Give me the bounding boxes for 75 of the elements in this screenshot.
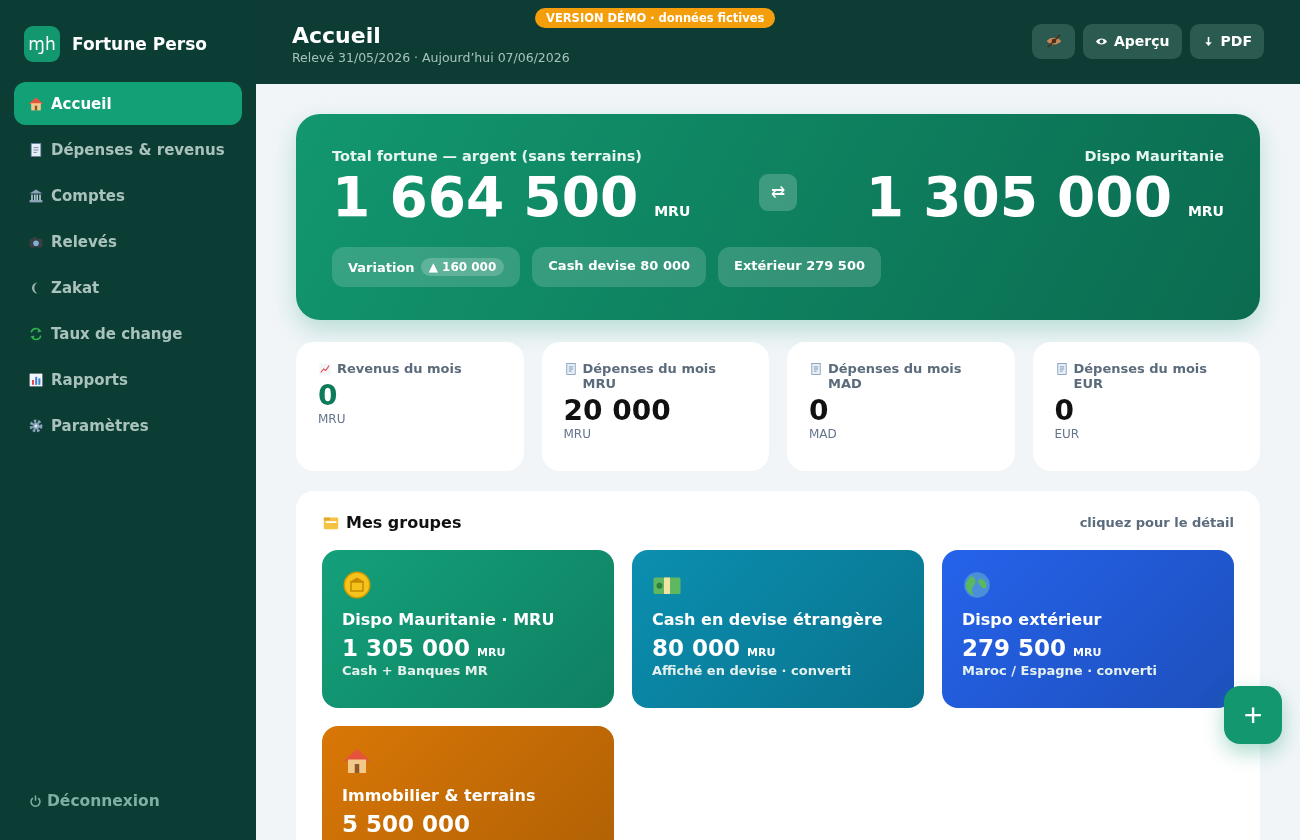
- receipt-icon: [809, 362, 823, 377]
- bar-chart-icon: [28, 371, 44, 388]
- group-card[interactable]: Dispo Mauritanie · MRU 1 305 000 MRU Cash + Banques MR: [322, 550, 614, 709]
- stat-label: Revenus du mois: [337, 362, 462, 378]
- dispo-label: Dispo Mauritanie: [1084, 148, 1224, 164]
- hide-button[interactable]: [1032, 23, 1075, 59]
- nav-item[interactable]: Zakat: [14, 266, 242, 309]
- group-note: Affiché en devise · converti: [652, 663, 853, 679]
- receipt-icon: [28, 141, 44, 158]
- stat-label: Dépenses du mois EUR: [1073, 362, 1209, 393]
- stat-label: Dépenses du mois MRU: [582, 362, 718, 393]
- group-title: Immobilier & terrains: [342, 786, 537, 806]
- dispo-amount: 1 305 000: [865, 166, 1172, 230]
- group-card[interactable]: Immobilier & terrains 5 500 000: [322, 726, 614, 840]
- group-note: Cash + Banques MR: [342, 663, 489, 679]
- stat-unit: MRU: [318, 412, 347, 427]
- logout-link[interactable]: Déconnexion: [14, 792, 242, 810]
- eye-slash-icon: [1044, 32, 1063, 50]
- currency-unit: MRU: [747, 646, 776, 660]
- demo-badge: VERSION DÉMO · données fictives: [535, 8, 776, 28]
- total-label: Total fortune — argent (sans terrains): [332, 148, 643, 164]
- variation-badge: ▲ 160 000: [420, 258, 505, 277]
- group-amount: 1 305 000: [342, 635, 471, 662]
- currency-unit: MRU: [477, 646, 506, 660]
- stat-label: Dépenses du mois MAD: [828, 362, 963, 393]
- stat-unit: MAD: [809, 427, 838, 442]
- group-card[interactable]: Dispo extérieur 279 500 MRU Maroc / Espagne · converti: [942, 550, 1234, 709]
- nav-item[interactable]: Paramètres: [14, 404, 242, 447]
- group-title: Dispo extérieur: [962, 610, 1103, 630]
- chip-label: Variation: [348, 259, 415, 275]
- nav-item[interactable]: Relevés: [14, 220, 242, 263]
- group-amount: 279 500: [962, 635, 1067, 662]
- page-title: Accueil: [292, 23, 382, 48]
- app-logo: ɱh: [24, 26, 60, 62]
- add-button[interactable]: +: [1224, 686, 1282, 744]
- group-card[interactable]: Cash en devise étrangère 80 000 MRU Affiché en devise · converti: [632, 550, 924, 709]
- stat-unit: MRU: [563, 427, 592, 442]
- stat-value: 20 000: [563, 394, 672, 428]
- nav-item[interactable]: Accueil: [14, 82, 242, 125]
- stat-unit: EUR: [1054, 427, 1081, 442]
- bank-icon: [28, 187, 44, 204]
- app-name: Fortune Perso: [72, 34, 207, 54]
- currency-unit: MRU: [1073, 646, 1102, 660]
- page-subtitle: Relevé 31/05/2026 · Aujourd’hui 07/06/2026: [292, 50, 570, 65]
- group-title: Dispo Mauritanie · MRU: [342, 610, 556, 630]
- group-title: Cash en devise étrangère: [652, 610, 884, 630]
- total-amount: 1 664 500: [332, 166, 639, 230]
- receipt-icon: [1054, 362, 1069, 377]
- nav-item[interactable]: Comptes: [14, 174, 242, 217]
- nav-item[interactable]: Rapports: [14, 358, 242, 401]
- receipt-icon: [563, 362, 578, 377]
- stat-value: 0: [1054, 394, 1075, 428]
- chart-up-icon: [318, 362, 332, 377]
- stat-value: 0: [318, 379, 339, 413]
- section-hint: cliquez pour le détail: [1079, 515, 1234, 531]
- group-amount: 5 500 000: [342, 811, 471, 838]
- exchange-icon: [28, 325, 44, 342]
- summary-chip: Extérieur 279 500: [718, 247, 881, 288]
- currency-unit: MRU: [1187, 203, 1224, 222]
- pdf-button[interactable]: PDF: [1189, 23, 1264, 59]
- nav-item[interactable]: Taux de change: [14, 312, 242, 355]
- group-note: Maroc / Espagne · converti: [962, 663, 1158, 679]
- swap-button[interactable]: ⇄: [759, 174, 797, 211]
- coin-icon: [342, 570, 372, 601]
- stat-value: 0: [809, 394, 830, 428]
- nav-item[interactable]: Dépenses & revenus: [14, 128, 242, 171]
- summary-chip: Cash devise 80 000: [532, 247, 707, 288]
- house-icon: [28, 95, 44, 112]
- group-amount: 80 000: [652, 635, 741, 662]
- globe-icon: [962, 570, 992, 601]
- power-icon: [28, 793, 43, 809]
- section-title: Mes groupes: [346, 513, 462, 533]
- preview-button[interactable]: Aperçu: [1083, 23, 1182, 59]
- currency-unit: MRU: [654, 203, 691, 222]
- settings-icon: [28, 417, 44, 434]
